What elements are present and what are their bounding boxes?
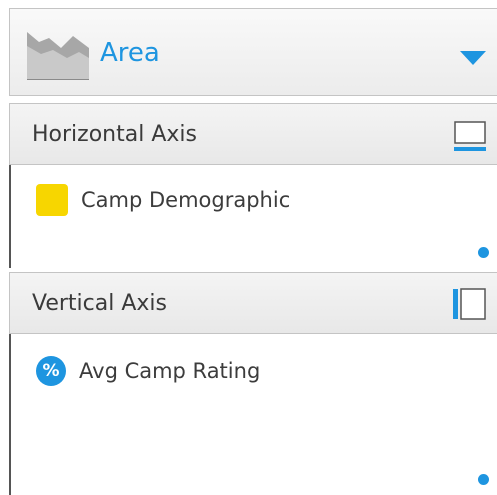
field-avg-camp-rating[interactable]: % Avg Camp Rating xyxy=(36,354,260,388)
chart-type-dropdown[interactable]: Area xyxy=(9,8,497,96)
percent-icon: % xyxy=(36,356,66,386)
drop-target-dot xyxy=(478,247,489,258)
dimension-swatch-icon xyxy=(36,184,68,216)
field-label: Camp Demographic xyxy=(81,188,291,212)
vertical-axis-icon[interactable] xyxy=(453,287,487,321)
chart-builder-panel: Area Horizontal Axis Camp Demographic Ve… xyxy=(0,0,497,495)
horizontal-axis-icon[interactable] xyxy=(454,121,486,151)
vertical-axis-header: Vertical Axis xyxy=(9,272,497,334)
horizontal-axis-header: Horizontal Axis xyxy=(9,103,497,165)
drop-target-dot xyxy=(478,474,489,485)
chart-type-label: Area xyxy=(100,38,160,68)
vertical-axis-drop-zone[interactable]: % Avg Camp Rating xyxy=(9,334,497,495)
chevron-down-icon[interactable] xyxy=(458,49,488,67)
horizontal-axis-title: Horizontal Axis xyxy=(32,122,197,147)
horizontal-axis-drop-zone[interactable]: Camp Demographic xyxy=(9,165,497,268)
field-label: Avg Camp Rating xyxy=(79,359,261,383)
field-camp-demographic[interactable]: Camp Demographic xyxy=(36,183,290,217)
vertical-axis-title: Vertical Axis xyxy=(32,291,167,316)
area-chart-icon xyxy=(27,32,89,80)
